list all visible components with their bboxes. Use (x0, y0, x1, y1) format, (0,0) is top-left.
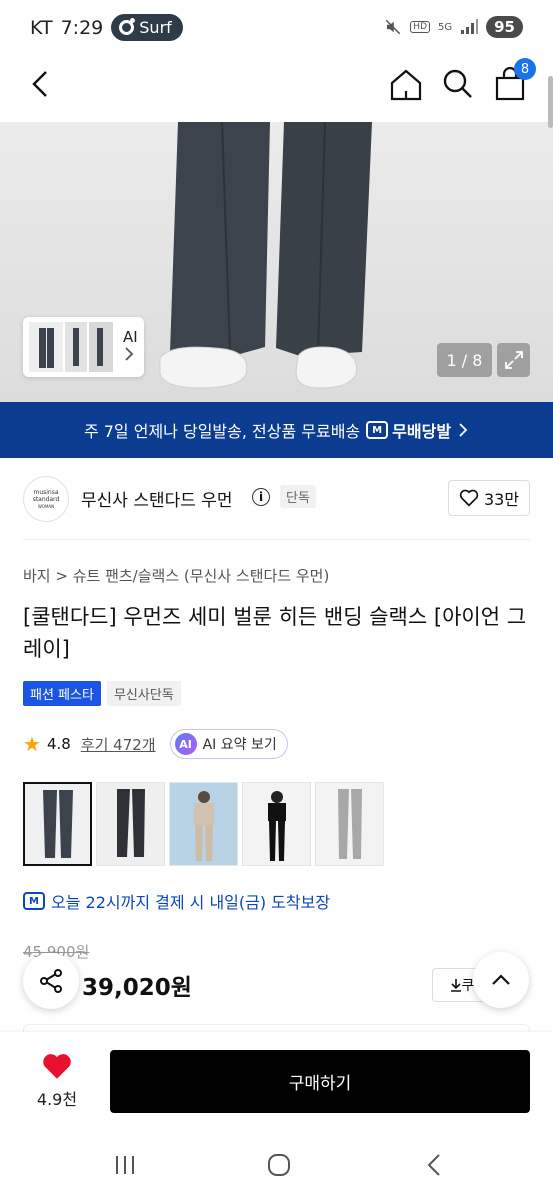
home-nav-button[interactable] (259, 1150, 299, 1180)
surf-icon (119, 18, 136, 35)
signal-icon (461, 19, 479, 34)
star-icon: ★ (23, 732, 41, 756)
brand-logo[interactable]: musinsa standard WOMAN (23, 476, 69, 522)
recent-apps-button[interactable] (105, 1150, 145, 1180)
mute-icon (386, 19, 401, 35)
system-navigation-bar (0, 1130, 553, 1200)
exclusive-tag: 단독 (280, 485, 316, 508)
fashion-festa-tag: 패션 페스타 (23, 681, 101, 706)
favorite-count: 4.9천 (36, 1090, 78, 1109)
recent-apps-icon (116, 1156, 134, 1174)
ai-badge-icon: AI (174, 733, 197, 755)
ai-model-thumbnail[interactable]: AI (23, 317, 144, 377)
app-header: 8 (0, 56, 553, 122)
buy-button[interactable]: 구매하기 (110, 1050, 530, 1113)
divider (23, 539, 530, 540)
banner-text: 주 7일 언제나 당일발송, 전상품 무료배송 (83, 422, 361, 441)
variant-image (170, 783, 237, 865)
banner-brand-label: 무배당발 (392, 422, 452, 441)
ai-summary-label: AI 요약 보기 (202, 737, 277, 753)
favorite-button[interactable]: 4.9천 (26, 1052, 88, 1110)
variant-gray[interactable] (315, 782, 384, 866)
back-icon (427, 1154, 440, 1176)
cart-button[interactable]: 8 (490, 58, 536, 104)
chevron-right-icon (459, 423, 468, 437)
chevron-up-icon (492, 974, 510, 985)
network-icon: 5G (438, 21, 453, 33)
purchase-bar: 4.9천 구매하기 (0, 1032, 553, 1130)
image-counter: 1 / 8 (437, 343, 492, 377)
hd-icon: HD (410, 21, 430, 33)
home-circle-icon (268, 1154, 290, 1176)
thumbnail-strip (29, 322, 113, 372)
info-icon[interactable]: i (252, 488, 270, 506)
share-icon (40, 969, 62, 993)
variant-image (316, 783, 383, 865)
variant-beige[interactable] (169, 782, 238, 866)
clock: 7:29 (60, 16, 104, 39)
ai-summary-button[interactable]: AI AI 요약 보기 (169, 729, 288, 759)
search-icon (443, 69, 472, 98)
banner-brand: M 무배당발 (366, 418, 451, 442)
cart-count-badge: 8 (514, 58, 536, 80)
brand-like-count: 33만 (483, 490, 520, 509)
chevron-right-icon (125, 347, 134, 361)
rating-value: 4.8 (46, 735, 71, 753)
product-tags: 패션 페스타 무신사단독 (23, 681, 181, 706)
expand-icon (504, 351, 523, 369)
delivery-truck-icon: M (23, 892, 45, 910)
brand-row: musinsa standard WOMAN 무신사 스탠다드 우먼 i 단독 … (0, 470, 553, 528)
search-button[interactable] (438, 64, 478, 104)
download-icon (450, 979, 461, 992)
sale-price: 39,020원 (82, 975, 192, 1001)
scrollbar[interactable] (548, 76, 553, 128)
variant-image (243, 783, 310, 865)
color-variant-list (23, 782, 384, 866)
musinsa-exclusive-tag: 무신사단독 (106, 681, 181, 706)
chevron-left-icon (32, 71, 47, 97)
brand-logo-line-1: musinsa (33, 488, 59, 496)
product-image-carousel[interactable]: AI 1 / 8 (0, 122, 553, 402)
variant-charcoal[interactable] (96, 782, 165, 866)
product-title: [쿨탠다드] 우먼즈 세미 벌룬 히든 밴딩 슬랙스 [아이언 그레이] (23, 605, 527, 661)
home-button[interactable] (386, 64, 426, 104)
scroll-top-button[interactable] (473, 952, 529, 1008)
breadcrumb[interactable]: 바지 > 슈트 팬츠/슬랙스 (무신사 스탠다드 우먼) (23, 565, 329, 586)
brand-logo-line-2: standard (32, 495, 60, 503)
free-delivery-banner[interactable]: 주 7일 언제나 당일발송, 전상품 무료배송 M 무배당발 (0, 402, 553, 458)
surf-label: Surf (139, 18, 172, 37)
surf-pill[interactable]: Surf (111, 14, 183, 41)
back-nav-button[interactable] (414, 1150, 454, 1180)
battery-indicator: 95 (486, 16, 523, 38)
rating-row: ★ 4.8 후기 472개 AI AI 요약 보기 (23, 728, 288, 760)
delivery-truck-icon: M (366, 421, 389, 439)
home-icon (390, 69, 422, 101)
heart-icon (43, 1054, 71, 1079)
delivery-note-text: 오늘 22시까지 결제 시 내일(금) 도착보장 (51, 893, 331, 912)
variant-black[interactable] (242, 782, 311, 866)
back-button[interactable] (20, 64, 60, 104)
heart-outline-icon (459, 489, 479, 507)
delivery-guarantee: M 오늘 22시까지 결제 시 내일(금) 도착보장 (23, 889, 330, 913)
expand-button[interactable] (497, 343, 530, 377)
status-bar: KT 7:29 Surf HD 5G 95 (0, 0, 553, 56)
variant-image (25, 784, 90, 864)
carrier-label: KT (30, 16, 53, 39)
brand-logo-line-3: WOMAN (37, 503, 55, 509)
variant-iron-gray[interactable] (23, 782, 92, 866)
variant-image (97, 783, 164, 865)
brand-like-button[interactable]: 33만 (448, 480, 530, 516)
brand-name[interactable]: 무신사 스탠다드 우먼 (81, 486, 233, 511)
review-count-link[interactable]: 후기 472개 (81, 734, 156, 755)
ai-thumbnail-label: AI (123, 328, 138, 346)
share-button[interactable] (23, 953, 79, 1009)
